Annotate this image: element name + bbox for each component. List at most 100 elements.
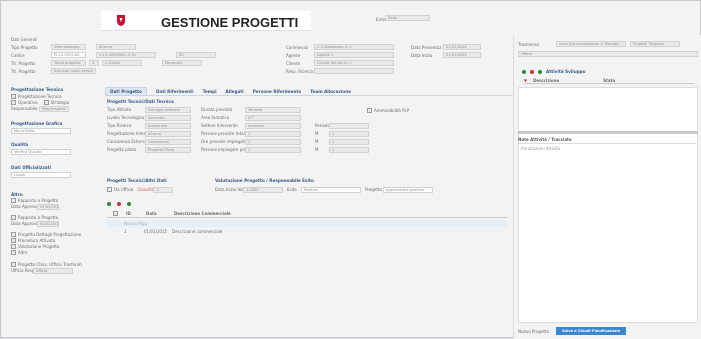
notes-area[interactable]: Annotazioni Attività xyxy=(518,143,698,323)
pt-field-3[interactable] xyxy=(329,122,369,129)
commessa-field[interactable]: C.O.Gestionale S.r.l. xyxy=(314,44,394,50)
table-row[interactable]: 1 01/01/2015 Descrizione commerciale xyxy=(107,228,507,235)
checkbox[interactable] xyxy=(11,237,16,243)
responsabile-field[interactable]: Responsabile xyxy=(39,105,69,112)
field-label: Durata prevista xyxy=(201,107,233,112)
checkbox[interactable] xyxy=(11,249,16,255)
tipo-progetto-2-field[interactable]: Interno xyxy=(96,44,136,50)
col-header-descrizione[interactable]: Descrizione Commerciale xyxy=(174,211,231,216)
remove-icon[interactable] xyxy=(530,69,534,74)
save-close-button[interactable]: Salva e Chiudi Pianificazione xyxy=(556,327,626,335)
pt-field-2[interactable]: ICT xyxy=(245,114,301,121)
pt2-title: Progetti Tecnici/Altri Dati xyxy=(107,178,167,183)
pt-field[interactable]: Consulenza xyxy=(145,138,191,145)
codice-3-field[interactable]: R2 xyxy=(176,52,216,58)
classifica-field[interactable]: 2 xyxy=(153,186,174,193)
checkbox[interactable] xyxy=(11,231,16,237)
pt-field[interactable]: Industriale xyxy=(145,122,191,129)
invio-documentazione-button[interactable]: Invio Documentazione > Rimodul xyxy=(556,41,626,47)
tab-persone[interactable]: Persone Riferimento xyxy=(253,89,302,94)
field-label: M xyxy=(315,139,319,144)
tab-allegati[interactable]: Allegati xyxy=(226,89,244,94)
progetto-field[interactable]: Applicazione positiva xyxy=(383,186,433,193)
table-header: ID Data Descrizione Commerciale xyxy=(107,210,507,218)
col-header-data[interactable]: Data xyxy=(146,211,174,216)
save-icon[interactable] xyxy=(127,202,131,206)
luogo-field[interactable]: Luogo xyxy=(11,172,71,178)
check-label: Progetto Dettagli Progettazione xyxy=(18,231,81,237)
tree-scrollbar[interactable] xyxy=(518,131,698,134)
cliente-field[interactable]: Cliente Servizi S.r.l. xyxy=(314,60,394,66)
pt-field-2[interactable]: 1 xyxy=(245,138,301,145)
checkbox[interactable] xyxy=(11,214,16,220)
qualita-field[interactable]: Verifica Qualità xyxy=(11,149,71,155)
add-icon[interactable] xyxy=(107,202,111,206)
section-title: Progettazione Grafica xyxy=(11,121,63,126)
col-header-id[interactable]: ID xyxy=(126,211,146,216)
tree-col-desc[interactable]: Descrizione xyxy=(533,78,603,83)
pt-row: Livello Tecnologico Avanzato Area tematica… xyxy=(107,114,301,121)
pt-field[interactable]: Progetto Pilota xyxy=(145,146,191,153)
pt-field-2[interactable]: Industria xyxy=(245,122,301,129)
titolo-num-field[interactable]: 1 xyxy=(89,60,99,66)
grafica-field[interactable]: Mario Rossi xyxy=(11,128,71,134)
approvaz-date-field[interactable]: 01/01/2015 xyxy=(37,203,59,210)
add-icon[interactable] xyxy=(522,69,526,74)
pt-field-2[interactable]: 36 mesi xyxy=(245,106,301,113)
tree-col-stato[interactable]: Stato xyxy=(603,78,615,83)
tab-bar: Dati Progetto Dati Riferimenti Tempi All… xyxy=(105,86,515,96)
approvaz-date-field[interactable]: 01/01/2015 xyxy=(37,220,59,227)
checkbox[interactable] xyxy=(367,108,372,113)
codice-field[interactable]: PI-14-0002/AS xyxy=(51,52,86,58)
check-label: Progettazione Tecnica xyxy=(18,93,62,99)
tipo-field[interactable]: 1.0000 xyxy=(243,186,283,193)
checkbox[interactable] xyxy=(107,187,112,192)
pt-field[interactable]: Sviluppo software xyxy=(145,106,191,113)
checkbox[interactable] xyxy=(113,211,118,216)
pt-field-2[interactable]: 1 xyxy=(245,146,301,153)
resp-ricerca-field[interactable] xyxy=(314,68,394,74)
personale-field[interactable]: Personale xyxy=(162,60,202,66)
sviluppo-field[interactable]: Sviluppo nuovi servizi xyxy=(51,68,96,74)
esito-field[interactable]: Positivo xyxy=(301,186,361,193)
tab-dati-riferimenti[interactable]: Dati Riferimenti xyxy=(156,89,194,94)
save-icon[interactable] xyxy=(538,69,542,74)
ufficio-select[interactable]: Ufficio xyxy=(518,51,698,57)
agente-field[interactable]: Agente 1 xyxy=(314,52,394,58)
checkbox[interactable] xyxy=(11,261,16,267)
logo-shield-icon xyxy=(116,14,126,27)
new-row-label: Nuova Riga xyxy=(124,221,147,226)
checkbox[interactable] xyxy=(11,197,16,203)
checkbox[interactable] xyxy=(11,243,16,249)
checkbox[interactable] xyxy=(11,99,16,105)
table-row[interactable]: Nuova Riga xyxy=(107,220,507,227)
tipo-progetto-field[interactable]: Internazionale xyxy=(51,44,86,50)
filter-icon[interactable]: ▼ xyxy=(524,78,527,83)
titolo-field[interactable]: Titolo progetto xyxy=(51,60,86,66)
pt-field[interactable]: Avanzato xyxy=(145,114,191,121)
date-inizio-field[interactable]: 01/01/2015 xyxy=(443,52,481,58)
field-label: Progetto pilota xyxy=(107,147,137,152)
checkbox[interactable] xyxy=(43,99,49,105)
pt-field-3[interactable]: 1 xyxy=(329,130,369,137)
field-label: Tit. Progetto xyxy=(11,60,36,66)
check-label: Operativo xyxy=(18,99,38,105)
pt-field-2[interactable]: 1 xyxy=(245,130,301,137)
tab-dati-progetto[interactable]: Dati Progetto xyxy=(105,86,147,96)
ufficio-resp-field[interactable]: Ufficio xyxy=(33,267,73,274)
pt-field-3[interactable]: 1 xyxy=(329,146,369,153)
tab-team[interactable]: Team Allocazione xyxy=(310,89,351,94)
pt-field-3[interactable]: 1 xyxy=(329,138,369,145)
progetti-trasporti-button[interactable]: Progetti Trasporti xyxy=(630,41,680,47)
section-title: Dati Ufficializzati xyxy=(11,165,52,170)
codice-2-field[interactable]: 1-11-00000001-S-01 xyxy=(96,52,156,58)
tab-tempi[interactable]: Tempi xyxy=(203,89,217,94)
livello-field[interactable]: C-Livello xyxy=(102,60,142,66)
field-label: Data Presentaz. xyxy=(411,44,443,50)
field-label: Classifica xyxy=(137,187,157,192)
remove-icon[interactable] xyxy=(117,202,121,206)
pt-field[interactable]: Interna xyxy=(145,130,191,137)
ente-field[interactable]: Sede xyxy=(385,15,430,21)
checkbox[interactable] xyxy=(11,93,16,99)
date-presentaz-field[interactable]: 01/12/2014 xyxy=(443,44,481,50)
